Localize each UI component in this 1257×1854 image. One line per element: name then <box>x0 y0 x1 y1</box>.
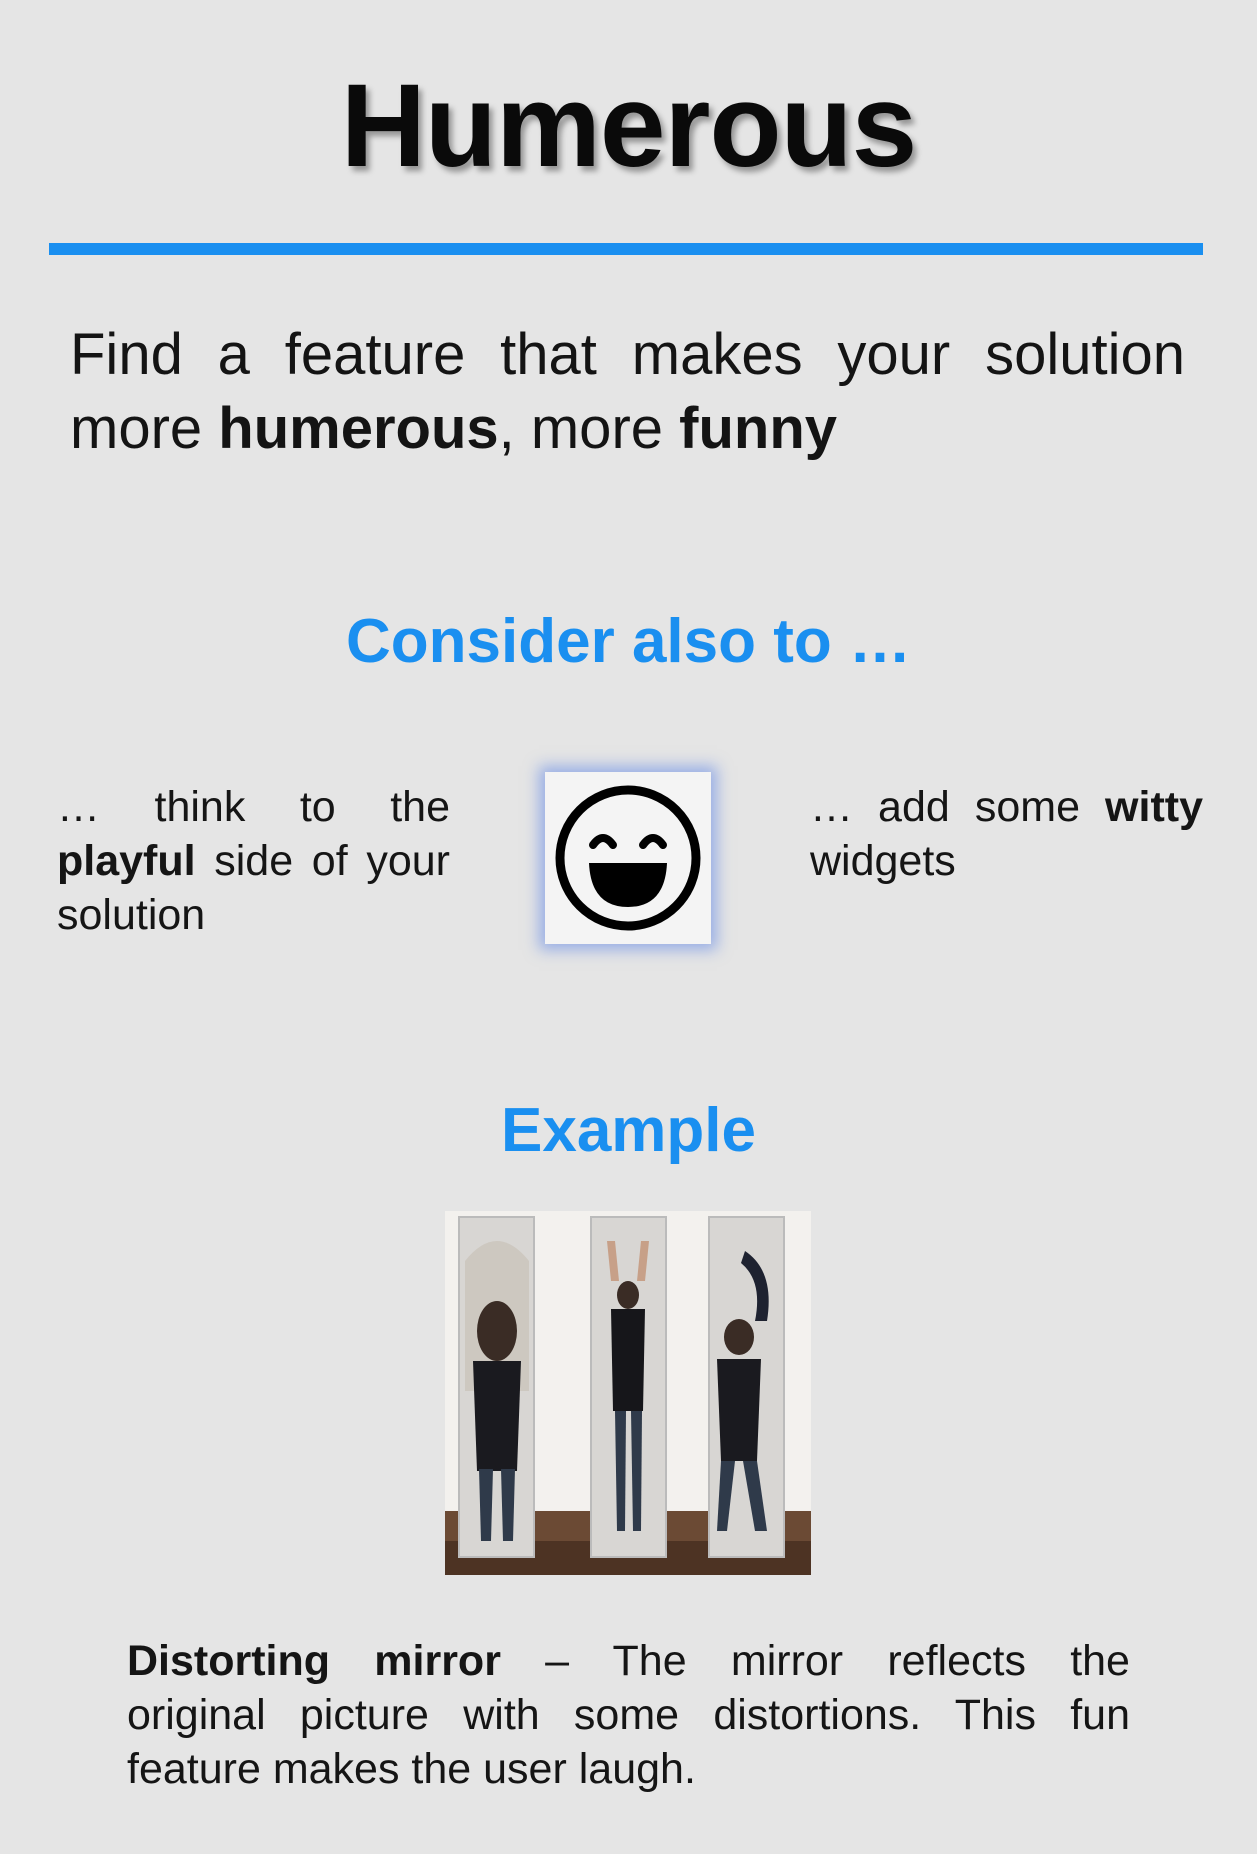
consider-right-line-1-prefix: … add some <box>810 783 1106 831</box>
intro-line-2: more humerous, more funny <box>70 392 1185 466</box>
keyword-witty: witty <box>1105 783 1203 831</box>
intro-text: Find a feature that makes your solution … <box>70 318 1185 466</box>
consider-right-line-1: … add some witty <box>810 780 1203 834</box>
mirror-right <box>708 1216 785 1558</box>
consider-heading: Consider also to … <box>346 607 911 676</box>
keyword-playful: playful <box>57 837 196 885</box>
caption-line-1-rest: – The mirror reflects the <box>500 1637 1130 1685</box>
title-divider <box>49 243 1203 255</box>
example-heading: Example <box>500 1096 757 1165</box>
caption-term: Distorting mirror <box>127 1637 501 1685</box>
consider-right-text: … add some witty widgets <box>810 780 1203 888</box>
intro-keyword-funny: funny <box>679 396 837 461</box>
intro-line-2-mid: , more <box>498 396 680 461</box>
intro-line-1: Find a feature that makes your solution <box>70 322 1185 387</box>
caption-line-3: feature makes the user laugh. <box>127 1745 696 1793</box>
consider-left-line-3: solution <box>57 891 206 939</box>
consider-left-line-2: playful side of your <box>57 834 450 888</box>
consider-left-line-2-rest: side of your <box>195 837 450 885</box>
laughing-face-icon-box <box>545 772 711 944</box>
distorting-mirror-photo <box>445 1211 811 1575</box>
page-title: Humerous <box>340 60 918 192</box>
caption-line-1: Distorting mirror – The mirror reflects … <box>127 1634 1130 1688</box>
mirror-center <box>590 1216 667 1558</box>
mirror-left <box>458 1216 535 1558</box>
laughing-face-icon <box>555 785 701 931</box>
consider-left-text: … think to the playful side of your solu… <box>57 780 450 942</box>
caption-line-2: original picture with some distortions. … <box>127 1691 1130 1739</box>
consider-left-line-1: … think to the <box>57 783 450 831</box>
intro-line-2-prefix: more <box>70 396 219 461</box>
distorting-mirror-illustration <box>445 1211 811 1575</box>
consider-right-line-2: widgets <box>810 837 956 885</box>
intro-keyword-humerous: humerous <box>218 396 499 461</box>
example-caption: Distorting mirror – The mirror reflects … <box>127 1634 1130 1796</box>
